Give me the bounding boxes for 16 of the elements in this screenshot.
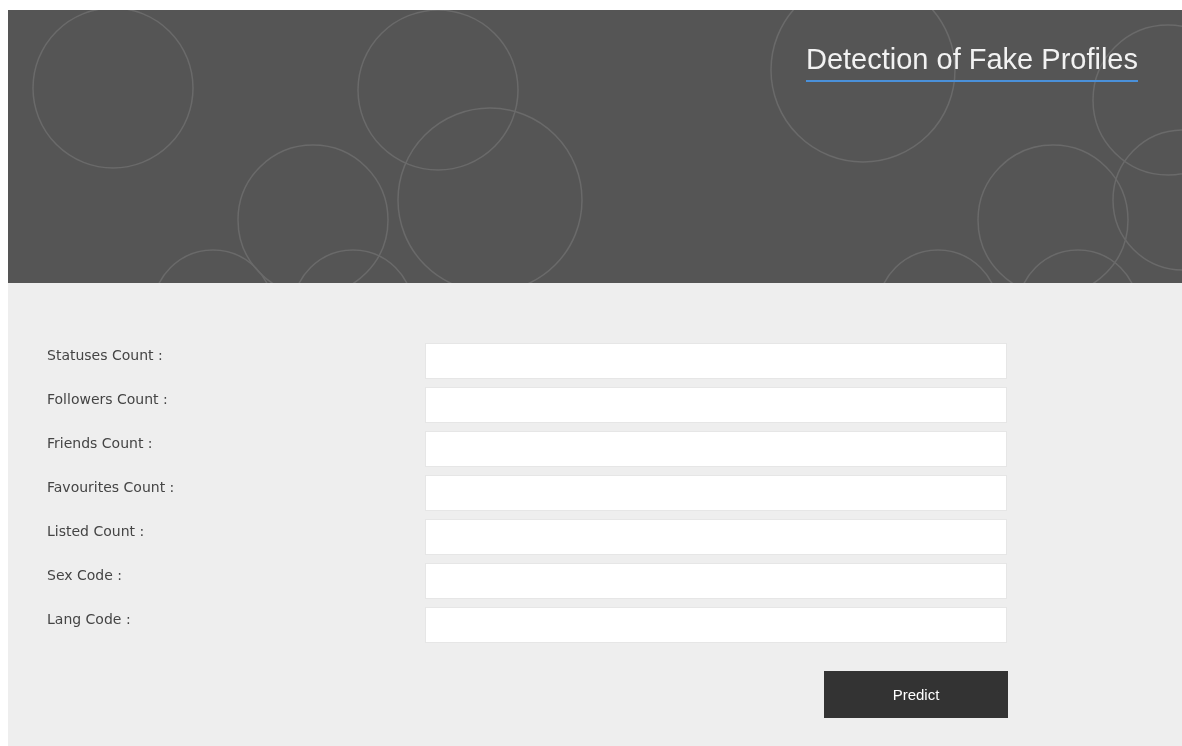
field-label: Followers Count : — [47, 390, 169, 407]
input-field[interactable] — [425, 431, 1007, 467]
input-field[interactable] — [425, 475, 1007, 511]
input-field[interactable] — [425, 387, 1007, 423]
field-label: Lang Code : — [47, 610, 132, 627]
input-field[interactable] — [425, 519, 1007, 555]
field-label: Listed Count : — [47, 522, 146, 539]
field-label: Friends Count : — [47, 434, 154, 451]
field-label: Statuses Count : — [47, 346, 164, 363]
input-field[interactable] — [425, 563, 1007, 599]
input-field[interactable] — [425, 343, 1007, 379]
input-field[interactable] — [425, 607, 1007, 643]
page-title: Detection of Fake Profiles — [805, 44, 1138, 82]
field-label: Favourites Count : — [47, 478, 176, 495]
predict-button[interactable]: Predict — [824, 671, 1008, 718]
field-label: Sex Code : — [47, 566, 123, 583]
